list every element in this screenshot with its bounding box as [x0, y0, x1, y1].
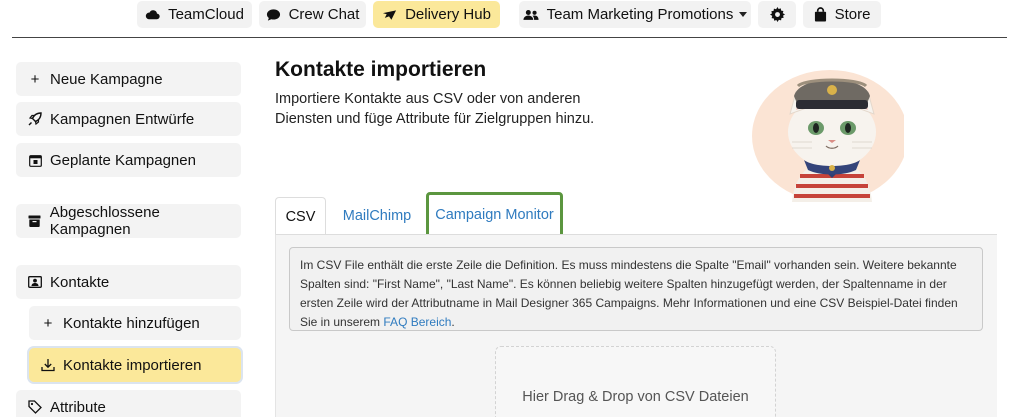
plus-icon: +: [43, 314, 53, 332]
cloud-icon: [145, 10, 160, 20]
download-icon: [41, 358, 55, 372]
nav-settings-button[interactable]: [758, 1, 796, 28]
csv-info-box: Im CSV File enthält die erste Zeile die …: [289, 247, 983, 331]
shopping-bag-icon: [814, 7, 826, 22]
nav-store-label: Store: [834, 6, 871, 23]
sidebar-item-kampagnen-entwuerfe[interactable]: Kampagnen Entwürfe: [16, 102, 241, 136]
nav-delivery-hub-button[interactable]: Delivery Hub: [373, 1, 500, 28]
tab-campaign-monitor[interactable]: Campaign Monitor: [426, 192, 563, 238]
sidebar-item-abgeschlossene-kampagnen[interactable]: Abgeschlossene Kampagnen: [16, 204, 241, 238]
top-navigation: TeamCloud Crew Chat Delivery Hub Team Ma…: [0, 0, 1024, 30]
nav-crew-chat-label: Crew Chat: [288, 6, 360, 23]
calendar-icon: [28, 153, 42, 167]
chevron-down-icon: [739, 12, 748, 17]
tab-campaign-monitor-label: Campaign Monitor: [435, 207, 554, 223]
contact-card-icon: [28, 275, 42, 289]
sidebar-item-attribute[interactable]: Attribute: [16, 390, 241, 417]
nav-teamcloud-label: TeamCloud: [168, 6, 244, 23]
nav-team-label: Team Marketing Promotions: [546, 6, 734, 23]
sidebar-item-label: Kontakte hinzufügen: [63, 314, 200, 332]
sidebar-item-kontakte[interactable]: Kontakte: [16, 265, 241, 299]
tab-mailchimp[interactable]: MailChimp: [333, 197, 421, 235]
nav-team-dropdown[interactable]: Team Marketing Promotions: [519, 1, 751, 28]
chat-bubble-icon: [266, 8, 280, 21]
sidebar-item-label: Kontakte importieren: [63, 356, 202, 374]
gear-icon: [769, 7, 785, 22]
sidebar-item-label: Kampagnen Entwürfe: [50, 110, 195, 128]
sidebar-item-neue-kampagne[interactable]: + Neue Kampagne: [16, 62, 241, 96]
sidebar-item-geplante-kampagnen[interactable]: Geplante Kampagnen: [16, 143, 241, 177]
tag-icon: [28, 400, 42, 414]
nav-crew-chat-button[interactable]: Crew Chat: [259, 1, 366, 28]
sidebar-item-label: Kontakte: [50, 273, 110, 291]
sidebar-item-kontakte-hinzufuegen[interactable]: + Kontakte hinzufügen: [29, 306, 241, 340]
archive-icon: [28, 214, 42, 228]
plus-icon: +: [30, 70, 40, 88]
sidebar-item-label: Neue Kampagne: [50, 70, 163, 88]
nav-store-button[interactable]: Store: [803, 1, 881, 28]
dropzone-label: Hier Drag & Drop von CSV Dateien: [522, 389, 749, 405]
page-title: Kontakte importieren: [275, 58, 487, 81]
faq-link[interactable]: FAQ Bereich: [383, 315, 451, 329]
tab-mailchimp-label: MailChimp: [342, 208, 412, 224]
nav-teamcloud-button[interactable]: TeamCloud: [137, 1, 252, 28]
csv-dropzone[interactable]: Hier Drag & Drop von CSV Dateien: [495, 346, 776, 417]
sidebar-item-kontakte-importieren[interactable]: Kontakte importieren: [29, 348, 241, 382]
paper-plane-icon: [383, 9, 397, 20]
nav-delivery-hub-label: Delivery Hub: [405, 6, 491, 23]
sidebar-item-label: Geplante Kampagnen: [50, 151, 196, 169]
cat-mascot-illustration: [752, 70, 904, 202]
users-icon: [523, 9, 539, 20]
tab-csv[interactable]: CSV: [275, 197, 326, 235]
page-subtitle: Importiere Kontakte aus CSV oder von and…: [275, 91, 595, 127]
tab-csv-label: CSV: [285, 208, 316, 225]
top-divider: [12, 37, 1007, 38]
rocket-icon: [28, 112, 42, 126]
csv-info-suffix: .: [451, 315, 455, 329]
sidebar-item-label: Attribute: [50, 398, 106, 416]
sidebar-item-label: Abgeschlossene Kampagnen: [49, 204, 160, 238]
